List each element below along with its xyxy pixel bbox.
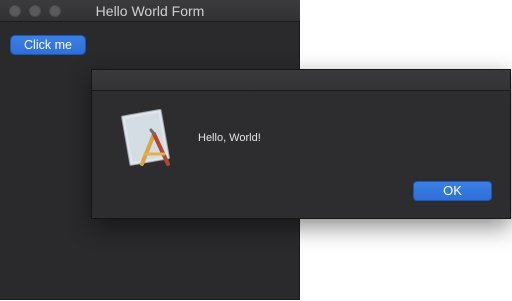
dialog-titlebar[interactable]: [92, 70, 510, 91]
alert-dialog: Hello, World! OK: [91, 69, 511, 219]
window-title: Hello World Form: [95, 3, 205, 19]
click-me-button[interactable]: Click me: [11, 36, 85, 54]
app-builder-icon: [121, 108, 170, 166]
main-titlebar[interactable]: Hello World Form: [0, 0, 300, 22]
dialog-message: Hello, World!: [198, 132, 261, 144]
ok-button[interactable]: OK: [414, 182, 491, 200]
